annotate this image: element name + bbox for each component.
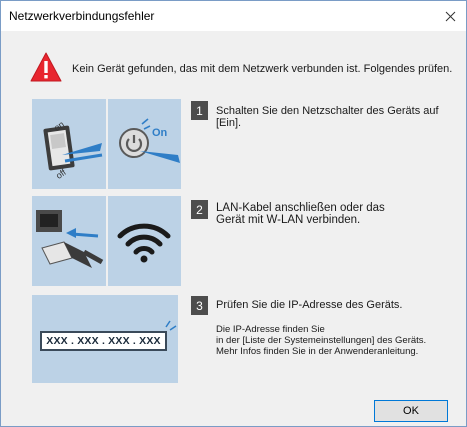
ok-button[interactable]: OK <box>374 400 448 422</box>
ip-address-placeholder: XXX . XXX . XXX . XXX <box>40 331 167 351</box>
power-switch-icon <box>43 125 103 171</box>
step3-detail-line3: Mehr Infos finden Sie in der Anwenderanl… <box>216 346 419 357</box>
warning-icon <box>30 52 62 82</box>
step1-text: Schalten Sie den Netzschalter des Geräts… <box>216 105 439 129</box>
step2-text-line1: LAN-Kabel anschließen oder das <box>216 202 385 214</box>
step2-wifi-panel <box>108 196 181 286</box>
warning-message: Kein Gerät gefunden, das mit dem Netzwer… <box>72 63 453 75</box>
wifi-icon <box>117 223 171 263</box>
step1-number: 1 <box>191 101 208 120</box>
warning-row: Kein Gerät gefunden, das mit dem Netzwer… <box>1 47 466 87</box>
dialog-window: Netzwerkverbindungsfehler Kein Gerät gef… <box>0 0 467 427</box>
dialog-title: Netzwerkverbindungsfehler <box>9 9 155 23</box>
step2-number: 2 <box>191 200 208 219</box>
sparkle-icon <box>165 320 177 331</box>
lan-cable-icon <box>36 210 104 268</box>
title-bar[interactable]: Netzwerkverbindungsfehler <box>1 1 466 31</box>
step3-text: Prüfen Sie die IP-Adresse des Geräts. <box>216 299 403 311</box>
step3-ip-panel: XXX . XXX . XXX . XXX <box>32 295 178 383</box>
step2-text-line2: Gerät mit W-LAN verbinden. <box>216 214 361 226</box>
step3-detail-line2: in der [Liste der Systemeinstellungen] d… <box>216 335 427 346</box>
step1-power-panel: On <box>108 99 181 189</box>
power-button-icon <box>119 118 180 163</box>
power-on-label: On <box>152 127 168 139</box>
close-icon <box>445 11 455 21</box>
step3-detail-line1: Die IP-Adresse finden Sie <box>216 324 325 335</box>
step2-lan-panel <box>32 196 106 286</box>
step1-switch-panel: on off <box>32 99 106 189</box>
step3-number: 3 <box>191 296 208 315</box>
close-button[interactable] <box>434 1 466 31</box>
